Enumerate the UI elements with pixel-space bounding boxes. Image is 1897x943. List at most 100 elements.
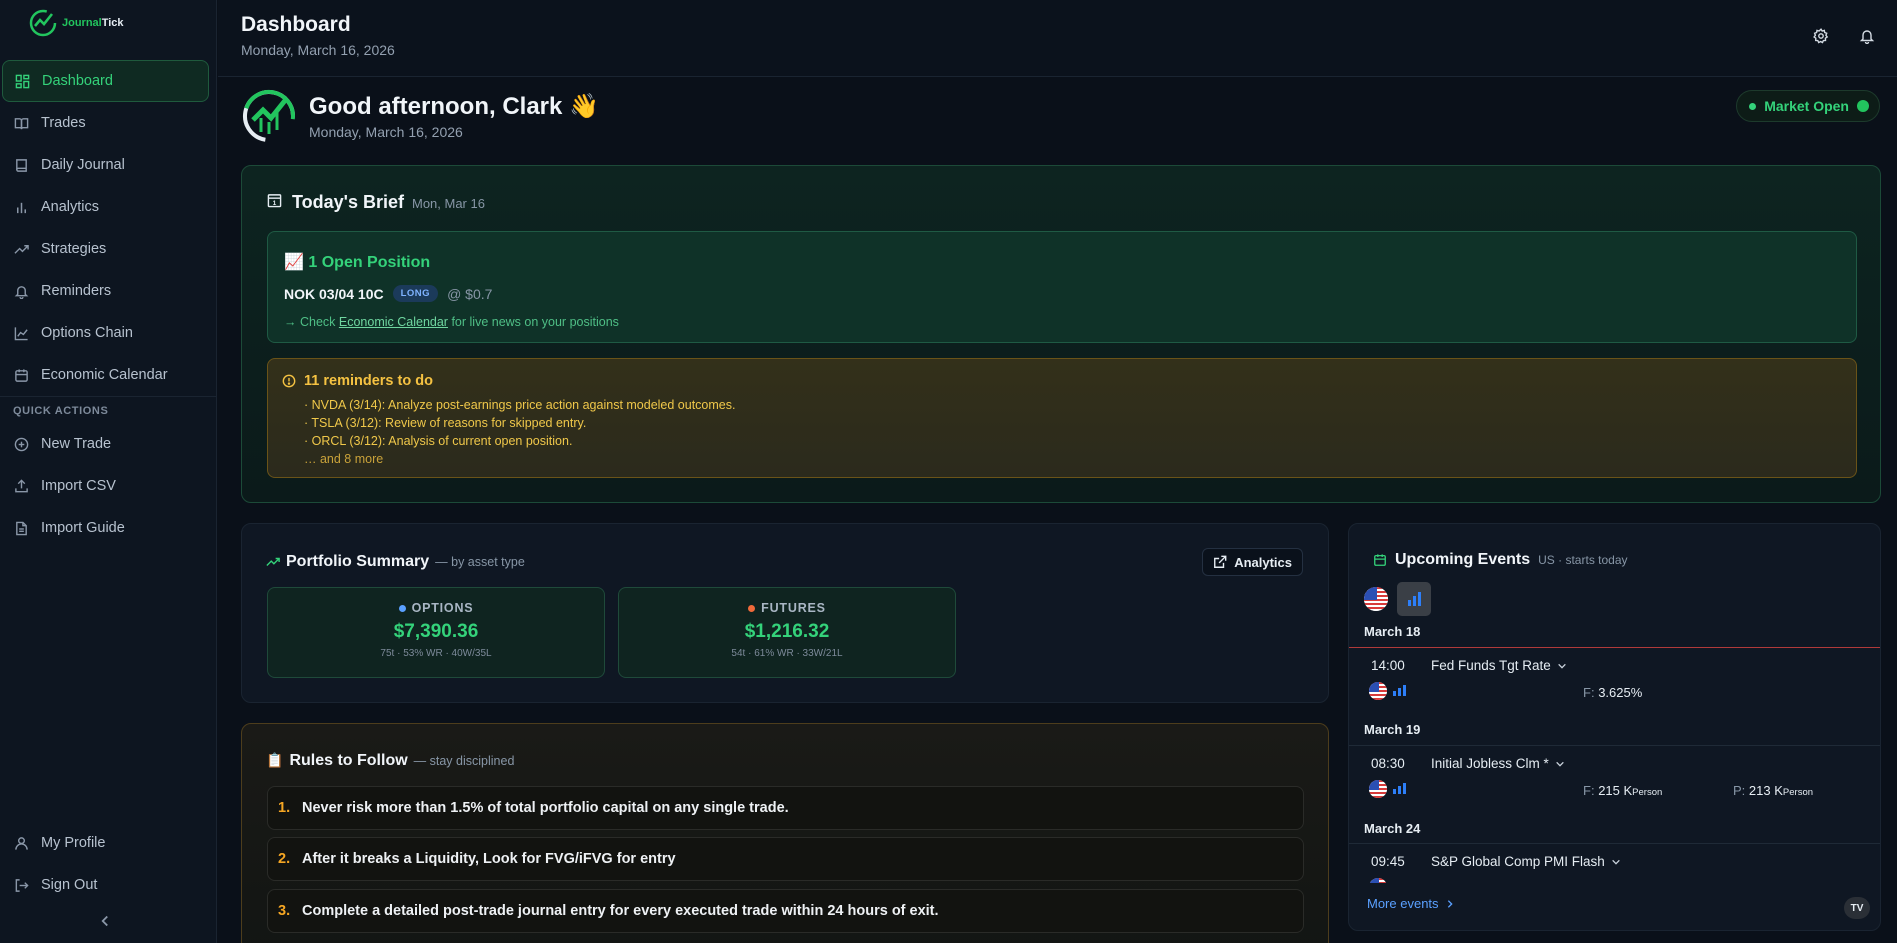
open-position-panel[interactable]: 📈 1 Open Position NOK 03/04 10C LONG @ $… (267, 231, 1857, 343)
nav-item-sign-out[interactable]: Sign Out (0, 864, 217, 906)
nav-item-new-trade[interactable]: New Trade (0, 423, 217, 465)
chevron-down-icon (1555, 759, 1565, 769)
nav-label: Reminders (41, 283, 112, 299)
portfolio-title: Portfolio Summary (286, 553, 430, 570)
us-flag-icon (1369, 780, 1387, 798)
upcoming-events-card: Upcoming Events US · starts today March … (1348, 523, 1881, 931)
logo-icon (29, 9, 57, 37)
greeting-title: Good afternoon, Clark 👋 (309, 93, 599, 120)
app-logo[interactable]: JournalTick (28, 6, 124, 40)
nav-item-dashboard[interactable]: Dashboard (2, 60, 209, 102)
rules-card: 📋 Rules to Follow — stay disciplined 1. … (241, 723, 1329, 943)
nav-item-daily-journal[interactable]: Daily Journal (0, 144, 217, 186)
tradingview-logo[interactable]: TV (1844, 897, 1870, 919)
page-title: Dashboard (241, 13, 351, 36)
asset-card-options[interactable]: OPTIONS $7,390.36 75t · 53% WR · 40W/35L (267, 587, 605, 678)
event-forecast: F: 215 KPerson (1583, 783, 1663, 798)
rule-text: Complete a detailed post-trade journal e… (302, 903, 939, 919)
rule-number: 2. (278, 851, 291, 867)
more-events-link[interactable]: More events (1367, 896, 1455, 911)
greeting-logo-icon (241, 88, 297, 144)
asset-value: $1,216.32 (744, 621, 830, 642)
event-name[interactable]: Fed Funds Tgt Rate (1431, 658, 1567, 673)
event-time: 14:00 (1371, 658, 1405, 673)
list-item: · TSLA (3/12): Review of reasons for ski… (304, 416, 587, 430)
nav-label: Trades (41, 115, 86, 131)
asset-card-futures[interactable]: FUTURES $1,216.32 54t · 61% WR · 33W/21L (618, 587, 956, 678)
event-date-heading: March 19 (1364, 722, 1421, 737)
position-price: @ $0.7 (447, 285, 493, 302)
nav-item-my-profile[interactable]: My Profile (0, 822, 217, 864)
us-flag-icon (1369, 682, 1387, 700)
importance-bars-icon (1407, 592, 1421, 606)
bar-chart-icon (14, 200, 29, 215)
nav-item-analytics[interactable]: Analytics (0, 186, 217, 228)
rules-title: Rules to Follow (289, 752, 408, 769)
event-previous: P: 213 KPerson (1733, 783, 1814, 798)
portfolio-summary-card: Portfolio Summary — by asset type Analyt… (241, 523, 1329, 703)
nav-label: My Profile (41, 835, 106, 851)
nav-item-import-guide[interactable]: Import Guide (0, 507, 217, 549)
nav-label: Strategies (41, 241, 107, 257)
reminders-more-link[interactable]: … and 8 more (304, 450, 735, 468)
event-name[interactable]: S&P Global Comp PMI Flash (1431, 854, 1621, 869)
event-time: 09:45 (1371, 854, 1405, 869)
nav-label: Economic Calendar (41, 367, 168, 383)
event-row[interactable]: 09:45 S&P Global Comp PMI Flash (1349, 843, 1880, 883)
nav-item-options-chain[interactable]: Options Chain (0, 312, 217, 354)
nav-label: Sign Out (41, 877, 98, 893)
chevron-right-icon (1445, 899, 1455, 909)
nav-label: Analytics (41, 199, 100, 215)
todays-brief-card: 1 Today's Brief Mon, Mar 16 📈 1 Open Pos… (241, 165, 1881, 503)
notifications-bell-icon[interactable] (1859, 28, 1875, 44)
nav-label: Options Chain (41, 325, 133, 341)
plus-circle-icon (14, 437, 29, 452)
sidebar: JournalTick Dashboard Trades Daily Journ… (0, 0, 217, 943)
position-symbol: NOK 03/04 10C (284, 285, 384, 302)
nav-item-economic-calendar[interactable]: Economic Calendar (0, 354, 217, 396)
nav-label: New Trade (41, 436, 112, 452)
gear-icon[interactable] (1813, 28, 1829, 44)
portfolio-header: Portfolio Summary — by asset type (266, 553, 525, 571)
brief-header: 1 Today's Brief Mon, Mar 16 (267, 192, 485, 213)
asset-label: OPTIONS (268, 601, 604, 615)
event-date-heading: March 24 (1364, 821, 1421, 836)
us-flag-filter-icon[interactable] (1364, 587, 1388, 611)
position-row[interactable]: NOK 03/04 10C LONG @ $0.7 (284, 285, 492, 302)
economic-calendar-link[interactable]: Economic Calendar (339, 315, 448, 329)
nav-label: Import Guide (41, 520, 125, 536)
side-badge: LONG (392, 285, 439, 302)
nav-label: Dashboard (42, 73, 113, 89)
reminders-list: · NVDA (3/14): Analyze post-earnings pri… (304, 396, 735, 468)
event-name[interactable]: Initial Jobless Clm * (1431, 756, 1565, 771)
events-header: Upcoming Events US · starts today (1373, 551, 1628, 569)
nav-item-import-csv[interactable]: Import CSV (0, 465, 217, 507)
calendar-icon (1373, 553, 1387, 567)
nav-label: Import CSV (41, 478, 116, 494)
market-status-label: Market Open (1764, 98, 1849, 114)
analytics-button[interactable]: Analytics (1202, 548, 1303, 576)
nav-item-strategies[interactable]: Strategies (0, 228, 217, 270)
file-text-icon (14, 521, 29, 536)
reminders-panel[interactable]: 11 reminders to do · NVDA (3/14): Analyz… (267, 358, 1857, 478)
asset-stats: 54t · 61% WR · 33W/21L (731, 648, 843, 659)
rule-text: After it breaks a Liquidity, Look for FV… (302, 851, 676, 867)
collapse-sidebar-chevron-icon[interactable] (96, 912, 114, 930)
rule-item: 3. Complete a detailed post-trade journa… (267, 889, 1304, 933)
chevron-down-icon (1611, 857, 1621, 867)
asset-label: FUTURES (619, 601, 955, 615)
svg-text:1: 1 (273, 200, 277, 207)
nav-item-reminders[interactable]: Reminders (0, 270, 217, 312)
trending-up-icon (266, 555, 280, 569)
logo-text: JournalTick (62, 17, 124, 29)
events-title: Upcoming Events (1395, 551, 1531, 568)
importance-filter-button[interactable] (1397, 582, 1431, 616)
top-header: Dashboard Monday, March 16, 2026 (218, 0, 1897, 77)
event-row[interactable]: 08:30 Initial Jobless Clm * F: 215 KPers… (1349, 745, 1880, 820)
nav-item-trades[interactable]: Trades (0, 102, 217, 144)
nav-label: Daily Journal (41, 157, 125, 173)
asset-dot (748, 604, 756, 612)
calendar-icon: 1 (267, 193, 282, 208)
event-row[interactable]: 14:00 Fed Funds Tgt Rate F: 3.625% (1349, 647, 1880, 721)
status-dot (1749, 102, 1757, 110)
